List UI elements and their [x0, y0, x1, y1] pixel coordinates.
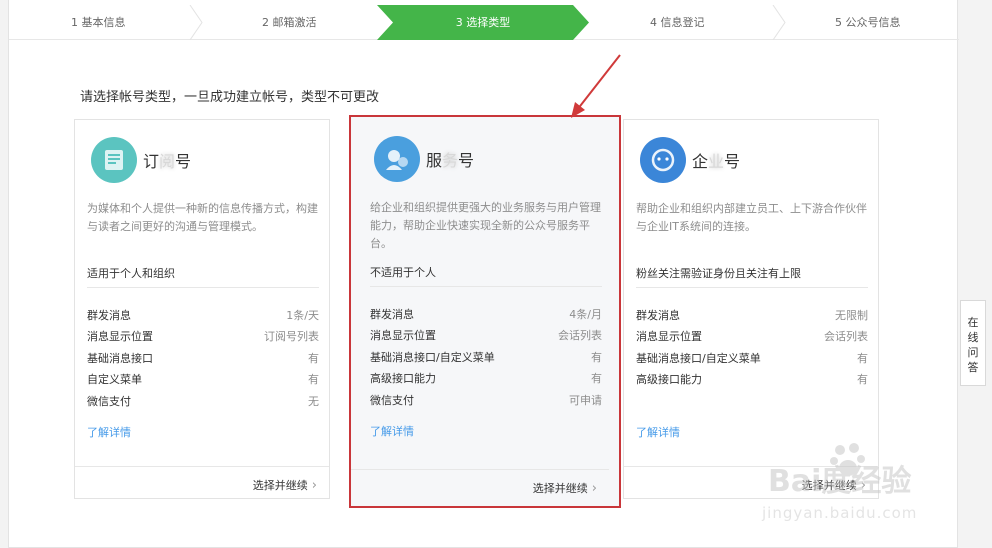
card-footer: 选择并继续 › [75, 466, 329, 499]
step-3-active: 3 选择类型 [377, 5, 589, 40]
step-1: 1 基本信息 [71, 16, 126, 29]
page-title: 请选择帐号类型，一旦成功建立帐号，类型不可更改 [80, 90, 380, 105]
card-description: 给企业和组织提供更强大的业务服务与用户管理能力，帮助企业快速实现全新的公众号服务… [370, 201, 601, 250]
feature-row: 微信支付 可申请 [370, 394, 602, 407]
feature-row: 群发消息 4条/月 [370, 308, 602, 321]
feature-row: 消息显示位置 会话列表 [636, 330, 868, 343]
step-divider [772, 5, 786, 40]
card-description: 帮助企业和组织内部建立员工、上下游合作伙伴与企业IT系统间的连接。 [636, 202, 867, 233]
online-qa-button[interactable]: 在线问答 [960, 300, 986, 386]
feature-row: 自定义菜单有 [87, 373, 319, 386]
card-description: 为媒体和个人提供一种新的信息传播方式，构建与读者之间更好的沟通与管理模式。 [87, 202, 318, 233]
divider [370, 286, 602, 287]
watermark-sub: jingyan.baidu.com [762, 504, 918, 522]
chevron-right-icon: › [591, 481, 597, 496]
feature-row: 高级接口能力有 [370, 372, 602, 385]
feature-row: 群发消息 1条/天 [87, 309, 319, 322]
step-5: 5 公众号信息 [835, 16, 901, 29]
step-divider [189, 5, 203, 40]
card-subscription[interactable]: 订阅号 为媒体和个人提供一种新的信息传播方式，构建与读者之间更好的沟通与管理模式… [74, 119, 330, 499]
learn-more-link[interactable]: 了解详情 [370, 423, 414, 439]
select-continue-button[interactable]: 选择并继续 › [533, 480, 597, 496]
select-continue-button[interactable]: 选择并继续 › [253, 477, 317, 493]
feature-row: 基础消息接口有 [87, 352, 319, 365]
feature-row: 微信支付无 [87, 395, 319, 408]
card-service[interactable]: 服务号 给企业和组织提供更强大的业务服务与用户管理能力，帮助企业快速实现全新的公… [349, 115, 621, 508]
step-bar: 1 基本信息 2 邮箱激活 3 选择类型 4 信息登记 5 公众号信息 [9, 5, 959, 40]
feature-row: 消息显示位置 会话列表 [370, 329, 602, 342]
feature-row: 高级接口能力有 [636, 373, 868, 386]
watermark-main: Bai度经验 [768, 464, 912, 499]
card-applicability: 不适用于个人 [370, 266, 436, 279]
learn-more-link[interactable]: 了解详情 [636, 424, 680, 440]
step-4: 4 信息登记 [650, 16, 705, 29]
learn-more-link[interactable]: 了解详情 [87, 424, 131, 440]
baidu-watermark: Bai度经验 jingyan.baidu.com [756, 438, 946, 528]
step-2: 2 邮箱激活 [262, 16, 317, 29]
feature-row: 基础消息接口/自定义菜单有 [636, 352, 868, 365]
card-applicability: 适用于个人和组织 [87, 267, 175, 280]
subscription-icon [91, 137, 137, 183]
card-title: 服务号 [426, 151, 475, 170]
card-title: 订阅号 [143, 152, 192, 171]
feature-row: 群发消息 无限制 [636, 309, 868, 322]
card-title: 企业号 [692, 152, 741, 171]
divider [87, 287, 319, 288]
feature-row: 基础消息接口/自定义菜单有 [370, 351, 602, 364]
feature-row: 消息显示位置 订阅号列表 [87, 330, 319, 343]
annotation-arrow-icon [565, 52, 625, 122]
card-applicability: 粉丝关注需验证身份且关注有上限 [636, 267, 801, 280]
chevron-right-icon: › [311, 478, 317, 493]
service-icon [374, 136, 420, 182]
divider [636, 287, 868, 288]
enterprise-icon [640, 137, 686, 183]
card-footer: 选择并继续 › [351, 469, 609, 502]
